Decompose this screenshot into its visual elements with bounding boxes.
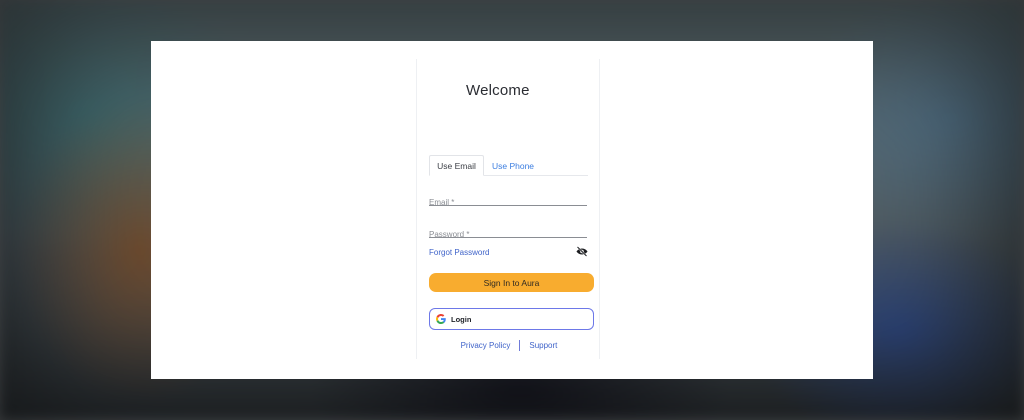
footer-divider: [519, 339, 521, 351]
google-login-label: Login: [451, 314, 472, 324]
support-link[interactable]: Support: [529, 341, 557, 350]
login-method-tabs: Use Email Use Phone: [429, 155, 588, 176]
google-icon: [436, 314, 446, 324]
privacy-policy-link[interactable]: Privacy Policy: [461, 341, 511, 350]
google-login-button[interactable]: Login: [429, 308, 594, 330]
password-input[interactable]: [429, 228, 587, 241]
footer-links: Privacy Policy Support: [417, 339, 601, 351]
password-field-wrapper: [429, 224, 587, 241]
forgot-password-link[interactable]: Forgot Password: [429, 248, 489, 257]
email-input[interactable]: [429, 196, 587, 209]
tab-use-phone[interactable]: Use Phone: [487, 155, 539, 176]
eye-off-icon[interactable]: [576, 246, 588, 257]
login-dialog: Welcome Use Email Use Phone Forgot Passw…: [151, 41, 873, 379]
tab-use-email[interactable]: Use Email: [429, 155, 484, 176]
email-field-wrapper: [429, 192, 587, 209]
welcome-heading: Welcome: [466, 82, 530, 99]
login-card: Welcome Use Email Use Phone Forgot Passw…: [416, 59, 600, 359]
sign-in-button[interactable]: Sign In to Aura: [429, 273, 594, 292]
